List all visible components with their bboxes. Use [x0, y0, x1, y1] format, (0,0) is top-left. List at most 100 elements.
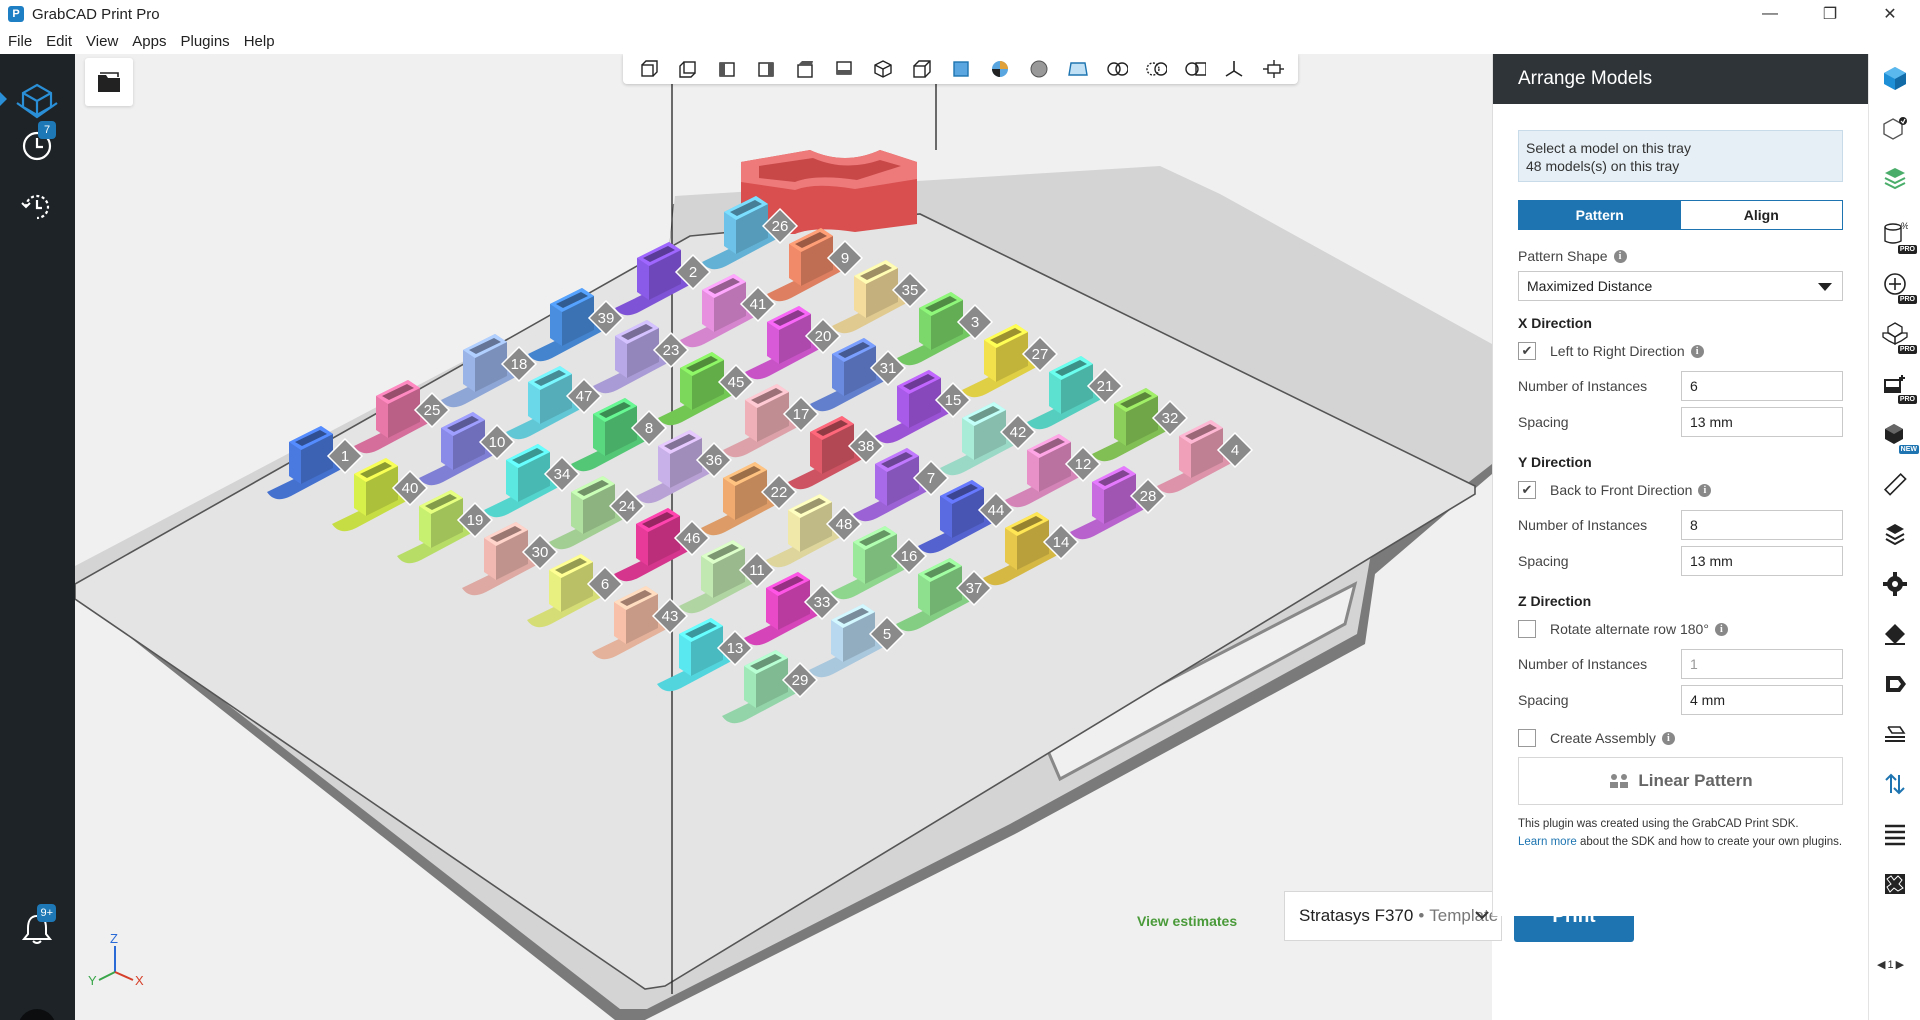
- material-estimate-button[interactable]: % PRO: [1879, 218, 1917, 254]
- learn-more-link[interactable]: Learn more: [1518, 836, 1577, 848]
- pack-models-button[interactable]: PRO: [1879, 318, 1917, 354]
- model-number-label: 15: [945, 392, 962, 409]
- section-view-button[interactable]: [1106, 58, 1128, 80]
- support-settings-button[interactable]: [1879, 568, 1911, 600]
- menu-file[interactable]: File: [8, 33, 32, 50]
- view-left-button[interactable]: [716, 58, 738, 80]
- new-tool-button[interactable]: NEW: [1879, 418, 1919, 454]
- model-number-label: 3: [971, 314, 979, 331]
- ai-assistant-button[interactable]: AI: [18, 1009, 56, 1020]
- menu-apps[interactable]: Apps: [132, 33, 166, 50]
- info-icon[interactable]: i: [1698, 483, 1712, 497]
- y-spacing-input[interactable]: 13 mm: [1681, 546, 1843, 576]
- transform-button[interactable]: [1879, 768, 1911, 800]
- printer-select[interactable]: Stratasys F370 • Template: [1284, 891, 1502, 941]
- shading-solid-button[interactable]: [950, 58, 972, 80]
- build-plate-button[interactable]: PRO: [1879, 368, 1917, 404]
- transparency-icon: [1145, 62, 1167, 76]
- models-tool-button[interactable]: [1879, 62, 1911, 94]
- prev-tray-icon[interactable]: ◀: [1877, 958, 1885, 971]
- maximize-button[interactable]: ❐: [1800, 0, 1860, 28]
- cube-left-icon: [718, 62, 735, 77]
- slice-layers-button[interactable]: [1879, 518, 1911, 550]
- material-view-button[interactable]: [1028, 58, 1050, 80]
- color-mode-button[interactable]: [989, 58, 1011, 80]
- model-number-label: 16: [901, 548, 918, 565]
- view-front-button[interactable]: [638, 58, 660, 80]
- orientation-button[interactable]: [1879, 618, 1911, 650]
- minimize-button[interactable]: —: [1740, 0, 1800, 28]
- measure-button[interactable]: [1879, 468, 1911, 500]
- drop-to-plate-button[interactable]: [1879, 668, 1911, 700]
- y-direction-checkbox[interactable]: ✔: [1518, 481, 1536, 499]
- x-instances-input[interactable]: 6: [1681, 371, 1843, 401]
- fit-view-button[interactable]: [1262, 58, 1284, 80]
- axes-toggle-button[interactable]: [1223, 58, 1245, 80]
- texture-button[interactable]: [1879, 868, 1911, 900]
- measure-view-button[interactable]: [1184, 58, 1206, 80]
- info-line-2: 48 models(s) on this tray: [1526, 158, 1680, 174]
- next-tray-icon[interactable]: ▶: [1896, 958, 1904, 971]
- notifications-badge: 9+: [37, 904, 56, 922]
- prepare-view-button[interactable]: [12, 76, 62, 126]
- linear-pattern-button[interactable]: Linear Pattern: [1518, 757, 1843, 805]
- view-estimates-link[interactable]: View estimates: [1137, 913, 1237, 929]
- pattern-shape-text: Pattern Shape: [1518, 248, 1608, 264]
- svg-text:%: %: [1901, 221, 1908, 231]
- y-instances-label: Number of Instances: [1518, 517, 1648, 533]
- rotate-row-checkbox[interactable]: [1518, 620, 1536, 638]
- y-instances-input[interactable]: 8: [1681, 510, 1843, 540]
- transparency-button[interactable]: [1145, 58, 1167, 80]
- cube-iso-icon: [873, 60, 892, 78]
- view-iso-button[interactable]: [872, 58, 894, 80]
- close-button[interactable]: ✕: [1860, 0, 1920, 28]
- x-spacing-input[interactable]: 13 mm: [1681, 407, 1843, 437]
- notifications-button[interactable]: 9+: [12, 904, 62, 954]
- layers-button[interactable]: [1879, 162, 1911, 194]
- info-icon[interactable]: i: [1613, 249, 1627, 263]
- info-icon[interactable]: i: [1661, 731, 1675, 745]
- model-number-label: 46: [684, 530, 701, 547]
- create-assembly-option: Create Assembly i: [1518, 729, 1843, 747]
- fill-pattern-button[interactable]: [1879, 818, 1911, 850]
- view-top-button[interactable]: [794, 58, 816, 80]
- measure-shape-icon: [1184, 62, 1206, 76]
- info-icon[interactable]: i: [1690, 344, 1704, 358]
- z-instances-input[interactable]: 1: [1681, 649, 1843, 679]
- queue-button[interactable]: 7: [12, 121, 62, 171]
- tray-view-button[interactable]: [1067, 58, 1089, 80]
- 3d-viewport[interactable]: 26 9 35 3 27 21 32 4 2 41 20 31 15 42 12 28 39 23 45 17 38 7 4…: [75, 54, 1492, 1020]
- section-icon: [1106, 62, 1128, 76]
- y-direction-heading: Y Direction: [1518, 454, 1592, 470]
- tab-pattern[interactable]: Pattern: [1519, 201, 1681, 229]
- menu-edit[interactable]: Edit: [46, 33, 72, 50]
- pattern-shape-select[interactable]: Maximized Distance: [1518, 271, 1843, 301]
- add-feature-button[interactable]: PRO: [1879, 268, 1917, 304]
- menu-view[interactable]: View: [86, 33, 118, 50]
- align-to-plate-button[interactable]: [1879, 718, 1911, 750]
- model-settings-button[interactable]: [1879, 112, 1911, 144]
- x-direction-checkbox[interactable]: ✔: [1518, 342, 1536, 360]
- sdk-note: This plugin was created using the GrabCA…: [1518, 815, 1843, 851]
- x-instances-label: Number of Instances: [1518, 378, 1648, 394]
- view-bottom-button[interactable]: [833, 58, 855, 80]
- model-number-label: 9: [841, 250, 849, 267]
- create-assembly-checkbox[interactable]: [1518, 729, 1536, 747]
- gear-cube-icon: [1883, 572, 1907, 596]
- tab-align[interactable]: Align: [1681, 201, 1843, 229]
- menu-help[interactable]: Help: [244, 33, 275, 50]
- view-perspective-button[interactable]: [911, 58, 933, 80]
- cube-top-icon: [796, 61, 813, 78]
- view-right-button[interactable]: [755, 58, 777, 80]
- open-folder-button[interactable]: [85, 58, 133, 106]
- menu-plugins[interactable]: Plugins: [180, 33, 229, 50]
- z-spacing-input[interactable]: 4 mm: [1681, 685, 1843, 715]
- cube-check-icon: [1883, 117, 1907, 140]
- history-button[interactable]: [12, 182, 62, 232]
- plate-plus-icon: [1884, 375, 1905, 393]
- info-icon[interactable]: i: [1714, 622, 1728, 636]
- pro-badge: PRO: [1897, 295, 1917, 304]
- solid-square-icon: [952, 61, 969, 77]
- view-back-button[interactable]: [677, 58, 699, 80]
- model-number-label: 19: [467, 512, 484, 529]
